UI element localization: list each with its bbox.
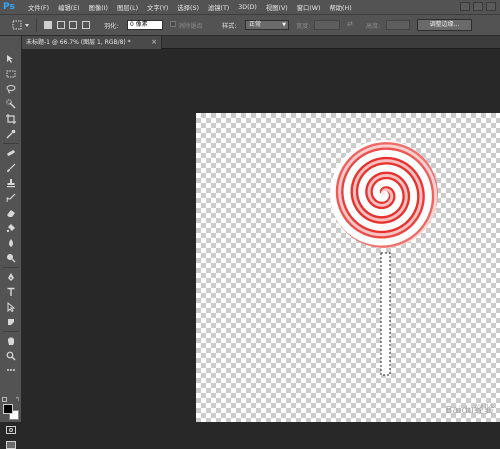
subtract-from-selection-icon[interactable] bbox=[69, 21, 77, 29]
menu-select[interactable]: 选择(S) bbox=[177, 3, 199, 12]
eraser-tool[interactable] bbox=[3, 206, 19, 220]
pen-icon bbox=[8, 273, 14, 281]
type-icon bbox=[7, 287, 15, 296]
height-label: 高度: bbox=[366, 23, 381, 30]
tool-preset-picker[interactable] bbox=[12, 19, 32, 31]
swap-dimensions-icon[interactable]: ⇄ bbox=[347, 20, 353, 28]
watermark-text: Baidu经验 bbox=[445, 405, 494, 416]
foreground-color-swatch[interactable] bbox=[3, 404, 13, 414]
type-tool[interactable] bbox=[3, 285, 19, 299]
eyedropper-icon bbox=[6, 129, 16, 139]
document-canvas[interactable]: Baidu经验 bbox=[196, 113, 500, 422]
feather-label: 羽化: bbox=[104, 23, 119, 30]
brush-tool[interactable] bbox=[3, 161, 19, 175]
menu-file[interactable]: 文件(F) bbox=[28, 3, 49, 12]
move-tool[interactable] bbox=[3, 52, 19, 66]
antialias-label: 消除锯齿 bbox=[178, 23, 203, 30]
intersect-selection-icon[interactable] bbox=[82, 21, 90, 29]
antialias-checkbox[interactable] bbox=[170, 21, 176, 27]
quick-selection-icon bbox=[6, 99, 16, 109]
history-brush-icon bbox=[6, 193, 16, 203]
tools-panel: ↰ bbox=[0, 36, 22, 449]
maximize-button[interactable] bbox=[473, 2, 483, 11]
extra-tool[interactable] bbox=[3, 363, 19, 377]
window-controls bbox=[460, 2, 496, 11]
style-select[interactable]: 正常 ▼ bbox=[245, 20, 289, 30]
quick-selection-tool[interactable] bbox=[3, 97, 19, 111]
close-tab-icon[interactable]: × bbox=[151, 36, 157, 49]
more-tools-icon bbox=[7, 369, 15, 371]
eyedropper-tool[interactable] bbox=[3, 127, 19, 141]
move-icon bbox=[7, 55, 13, 63]
hand-icon bbox=[8, 337, 14, 345]
width-input[interactable] bbox=[314, 20, 340, 30]
menu-image[interactable]: 图像(I) bbox=[89, 3, 108, 12]
clone-stamp-tool[interactable] bbox=[3, 176, 19, 190]
menu-type[interactable]: 文字(Y) bbox=[147, 3, 168, 12]
menu-filter[interactable]: 滤镜(T) bbox=[208, 3, 229, 12]
bandage-icon bbox=[7, 150, 15, 156]
pen-tool[interactable] bbox=[3, 270, 19, 284]
marquee-tool[interactable] bbox=[3, 67, 19, 81]
blur-tool[interactable] bbox=[3, 236, 19, 250]
quick-mask-button[interactable] bbox=[6, 426, 16, 434]
brush-icon bbox=[7, 163, 16, 172]
marquee-icon bbox=[6, 70, 16, 78]
style-select-value: 正常 bbox=[249, 21, 262, 28]
swap-colors-icon[interactable]: ↰ bbox=[15, 396, 20, 403]
style-label: 样式: bbox=[222, 23, 237, 30]
quick-mask-circle-icon bbox=[9, 428, 13, 432]
chevron-down-icon: ▼ bbox=[282, 22, 286, 28]
options-bar: 羽化: 0 像素 消除锯齿 样式: 正常 ▼ 宽度: ⇄ 高度: 调整边缘... bbox=[0, 14, 500, 36]
refine-edge-button[interactable]: 调整边缘... bbox=[417, 19, 472, 31]
menu-bar: Ps 文件(F) 编辑(E) 图像(I) 图层(L) 文字(Y) 选择(S) 滤… bbox=[0, 0, 500, 14]
magnifier-icon bbox=[6, 351, 16, 361]
lollipop-artwork bbox=[330, 140, 438, 376]
spot-healing-tool[interactable] bbox=[3, 146, 19, 160]
minimize-button[interactable] bbox=[460, 2, 470, 11]
feather-input[interactable]: 0 像素 bbox=[127, 20, 163, 30]
menu-3d[interactable]: 3D(D) bbox=[238, 4, 257, 11]
shape-icon bbox=[8, 319, 14, 325]
gradient-tool[interactable] bbox=[3, 221, 19, 235]
document-tab-bar: 未标题-1 @ 66.7% (图层 1, RGB/8) * × bbox=[22, 36, 500, 49]
path-selection-tool[interactable] bbox=[3, 300, 19, 314]
hand-tool[interactable] bbox=[3, 334, 19, 348]
drop-icon bbox=[9, 239, 13, 247]
eraser-icon bbox=[7, 210, 15, 217]
lasso-icon bbox=[6, 85, 16, 94]
zoom-tool[interactable] bbox=[3, 349, 19, 363]
paint-bucket-icon bbox=[6, 224, 15, 233]
add-to-selection-icon[interactable] bbox=[57, 21, 65, 29]
screen-mode-button[interactable] bbox=[6, 441, 16, 449]
marquee-preset-icon bbox=[12, 20, 29, 30]
candy-disc bbox=[330, 140, 438, 248]
menu-help[interactable]: 帮助(H) bbox=[329, 3, 351, 12]
app-logo: Ps bbox=[3, 1, 15, 12]
crop-icon bbox=[6, 114, 16, 124]
stamp-icon bbox=[7, 179, 15, 188]
shape-tool[interactable] bbox=[3, 315, 19, 329]
new-selection-icon[interactable] bbox=[44, 21, 52, 29]
history-brush-tool[interactable] bbox=[3, 191, 19, 205]
dodge-tool[interactable] bbox=[3, 251, 19, 265]
path-selection-icon bbox=[7, 302, 16, 312]
menu-layer[interactable]: 图层(L) bbox=[117, 3, 138, 12]
document-tab[interactable]: 未标题-1 @ 66.7% (图层 1, RGB/8) * × bbox=[22, 36, 162, 49]
dodge-icon bbox=[7, 254, 16, 263]
menu-window[interactable]: 窗口(W) bbox=[297, 3, 321, 12]
menu-edit[interactable]: 编辑(E) bbox=[58, 3, 80, 12]
canvas-workspace[interactable]: Baidu经验 bbox=[22, 49, 500, 422]
crop-tool[interactable] bbox=[3, 112, 19, 126]
lasso-tool[interactable] bbox=[3, 82, 19, 96]
menu-view[interactable]: 视图(V) bbox=[266, 3, 288, 12]
stick-selection bbox=[380, 252, 391, 376]
document-tab-title: 未标题-1 @ 66.7% (图层 1, RGB/8) * bbox=[26, 39, 131, 46]
close-window-button[interactable] bbox=[486, 2, 496, 11]
default-colors-icon[interactable] bbox=[2, 397, 7, 402]
height-input[interactable] bbox=[386, 20, 410, 30]
width-label: 宽度: bbox=[296, 23, 311, 30]
